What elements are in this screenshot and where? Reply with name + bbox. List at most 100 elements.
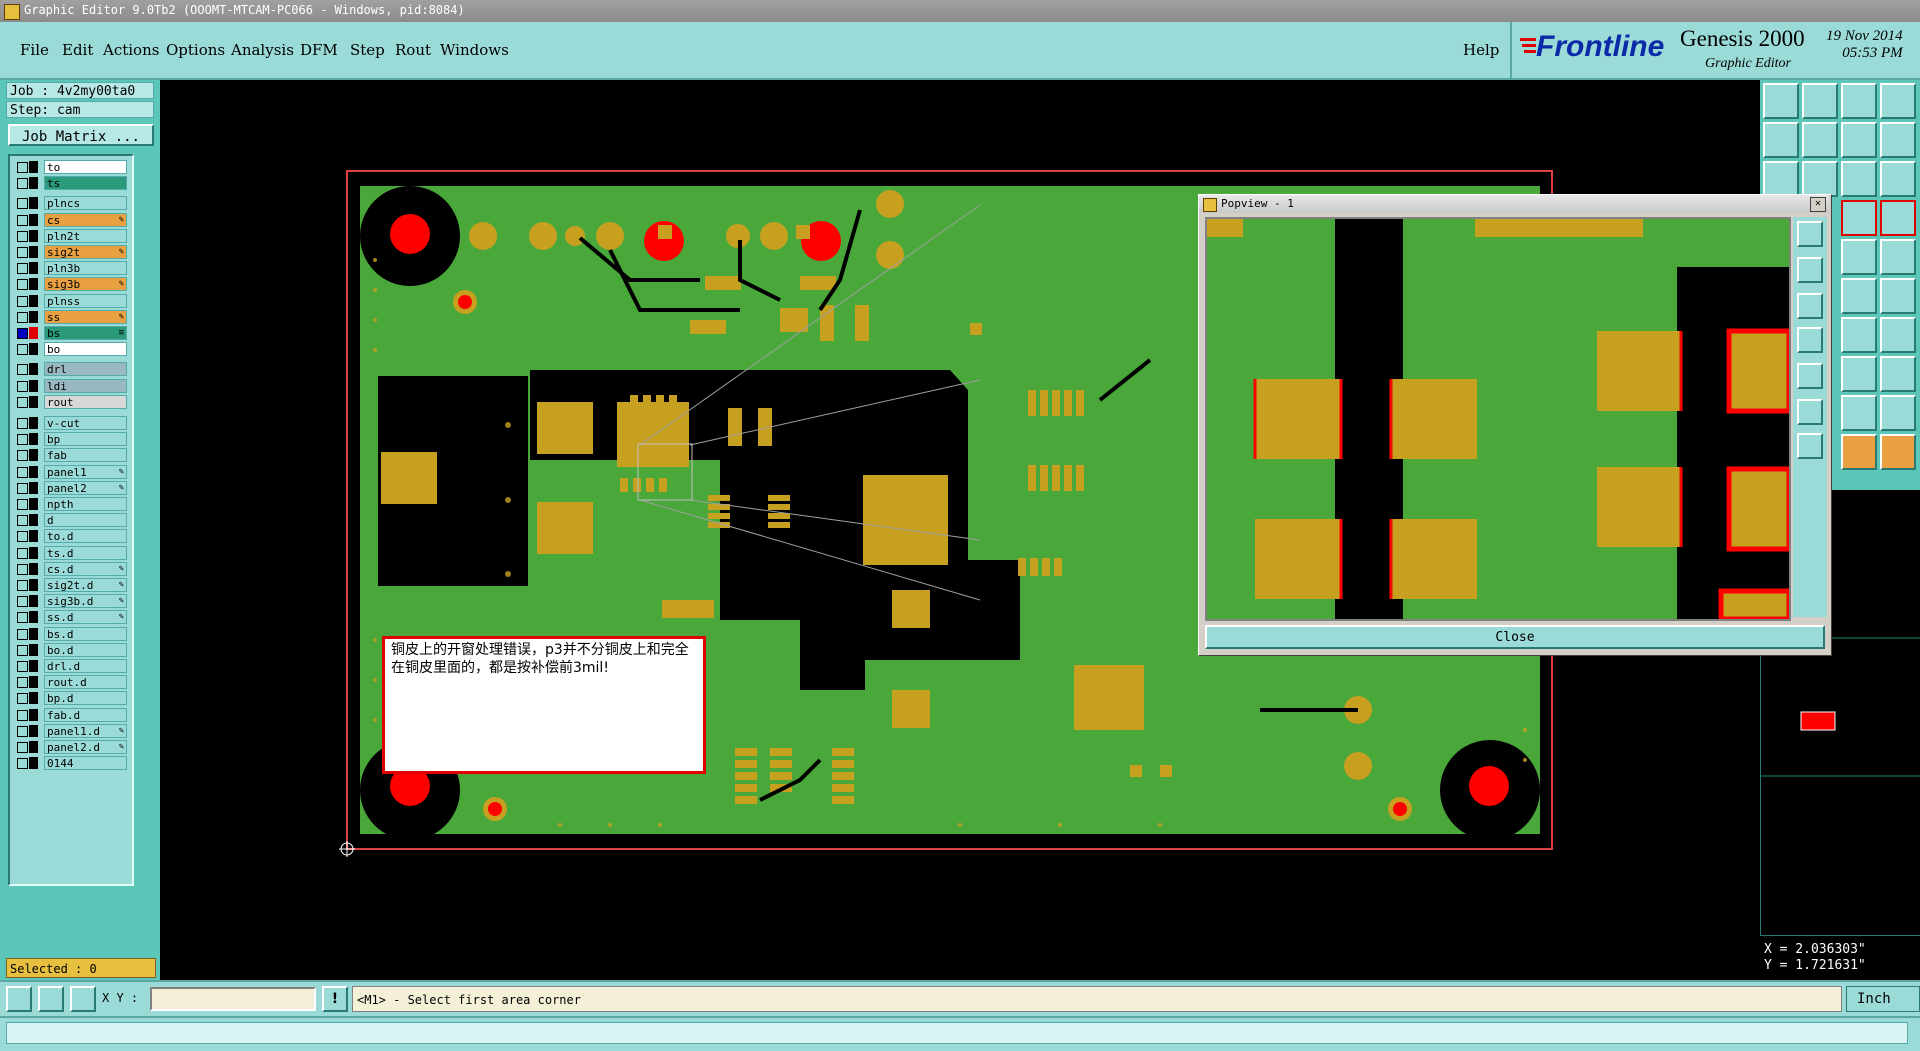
tool-button-12[interactable]: [1880, 161, 1916, 197]
menu-dfm[interactable]: DFM: [300, 41, 338, 59]
tool-button-18[interactable]: [1880, 278, 1916, 314]
layer-name[interactable]: to.d: [44, 529, 127, 544]
layer-row-sig3b[interactable]: sig3b ✎: [13, 277, 129, 292]
layer-row-plncs[interactable]: plncs: [13, 196, 129, 211]
tool-button-23[interactable]: [1841, 395, 1877, 431]
layer-checkbox[interactable]: [17, 247, 28, 258]
tool-button-15[interactable]: [1841, 239, 1877, 275]
layer-row-to.d[interactable]: to.d: [13, 529, 129, 544]
layer-name[interactable]: 0144: [44, 756, 127, 771]
layer-checkbox[interactable]: [17, 709, 28, 721]
layer-row-sig2t[interactable]: sig2t ✎: [13, 245, 129, 259]
tool-button-20[interactable]: [1880, 317, 1916, 353]
layer-name[interactable]: drl: [44, 362, 127, 377]
layer-row-panel2[interactable]: panel2 ✎: [13, 480, 129, 495]
layer-checkbox[interactable]: [17, 628, 28, 640]
layer-checkbox[interactable]: [17, 178, 28, 190]
zoom-area-button[interactable]: [6, 986, 32, 1012]
menu-help[interactable]: Help: [1463, 41, 1499, 59]
menu-step[interactable]: Step: [350, 41, 385, 59]
layer-name[interactable]: bp: [44, 432, 127, 447]
xy-input[interactable]: [150, 987, 316, 1011]
layer-name[interactable]: cs.d ✎: [44, 561, 127, 576]
layer-checkbox[interactable]: [17, 344, 28, 356]
layer-row-fab[interactable]: fab: [13, 448, 129, 463]
layer-name[interactable]: d: [44, 513, 127, 528]
layer-name[interactable]: ss ✎: [44, 309, 127, 324]
tool-button-24[interactable]: [1880, 395, 1916, 431]
layer-row-rout[interactable]: rout: [13, 394, 129, 409]
layer-name[interactable]: to: [44, 160, 127, 174]
layer-checkbox[interactable]: [17, 644, 28, 656]
grid-button[interactable]: [70, 986, 96, 1012]
job-matrix-button[interactable]: Job Matrix ...: [8, 124, 154, 146]
layer-row-bs[interactable]: bs ≡: [13, 326, 129, 340]
tool-button-19[interactable]: [1841, 317, 1877, 353]
layer-checkbox[interactable]: [17, 612, 28, 624]
layer-checkbox[interactable]: [17, 418, 28, 429]
layer-checkbox[interactable]: [17, 515, 28, 527]
layer-name[interactable]: panel2.d ✎: [44, 740, 127, 754]
popview-window[interactable]: Popview - 1 ✕ Close: [1198, 194, 1832, 656]
layer-row-bs.d[interactable]: bs.d: [13, 626, 129, 641]
popview-tool-6[interactable]: [1797, 399, 1823, 425]
layer-row-panel2.d[interactable]: panel2.d ✎: [13, 740, 129, 754]
layer-row-bp[interactable]: bp: [13, 432, 129, 447]
popview-tool-3[interactable]: [1797, 293, 1823, 319]
tool-button-26[interactable]: [1880, 434, 1916, 470]
menu-options[interactable]: Options: [166, 41, 225, 59]
units-selector[interactable]: Inch: [1846, 986, 1920, 1012]
layer-checkbox[interactable]: [17, 230, 28, 242]
tool-button-7[interactable]: [1841, 122, 1877, 158]
layer-checkbox[interactable]: [17, 547, 28, 559]
layer-name[interactable]: npth: [44, 497, 127, 511]
warning-icon[interactable]: !: [322, 986, 348, 1012]
popview-zoom-area[interactable]: [1205, 217, 1792, 622]
menu-actions[interactable]: Actions: [103, 41, 159, 59]
layer-row-v-cut[interactable]: v-cut: [13, 416, 129, 430]
layer-checkbox[interactable]: [17, 198, 28, 210]
layer-name[interactable]: ts: [44, 176, 127, 191]
layer-name[interactable]: cs ✎: [44, 212, 127, 227]
layer-row-rout.d[interactable]: rout.d: [13, 675, 129, 690]
layer-checkbox[interactable]: [17, 295, 28, 307]
layer-row-sig2t.d[interactable]: sig2t.d ✎: [13, 578, 129, 592]
layer-name[interactable]: bs.d: [44, 626, 127, 641]
tool-button-3[interactable]: [1841, 83, 1877, 119]
layer-row-0144[interactable]: 0144: [13, 756, 129, 771]
tool-button-13[interactable]: [1841, 200, 1877, 236]
layer-row-plnss[interactable]: plnss: [13, 293, 129, 308]
layer-name[interactable]: rout.d: [44, 675, 127, 690]
layer-name[interactable]: plnss: [44, 293, 127, 308]
layer-row-ldi[interactable]: ldi: [13, 378, 129, 393]
layer-row-bo[interactable]: bo: [13, 342, 129, 357]
layer-name[interactable]: sig3b ✎: [44, 277, 127, 292]
layer-checkbox[interactable]: [17, 580, 28, 591]
layer-name[interactable]: plncs: [44, 196, 127, 211]
layer-checkbox[interactable]: [17, 677, 28, 689]
layer-checkbox[interactable]: [17, 263, 28, 275]
layer-name[interactable]: panel2 ✎: [44, 480, 127, 495]
layer-name[interactable]: bp.d: [44, 691, 127, 706]
layer-name[interactable]: fab.d: [44, 707, 127, 722]
layer-checkbox[interactable]: [17, 466, 28, 478]
popview-titlebar[interactable]: Popview - 1 ✕: [1199, 195, 1829, 213]
layer-row-cs.d[interactable]: cs.d ✎: [13, 561, 129, 576]
layer-checkbox[interactable]: [17, 725, 28, 737]
popview-tool-1[interactable]: [1797, 221, 1823, 247]
layer-row-cs[interactable]: cs ✎: [13, 212, 129, 227]
layer-name[interactable]: pln2t: [44, 228, 127, 243]
layer-name[interactable]: sig3b.d ✎: [44, 594, 127, 609]
layer-row-bp.d[interactable]: bp.d: [13, 691, 129, 706]
tool-button-25[interactable]: [1841, 434, 1877, 470]
layer-name[interactable]: ldi: [44, 378, 127, 393]
tool-button-14[interactable]: [1880, 200, 1916, 236]
tool-button-8[interactable]: [1880, 122, 1916, 158]
layer-name[interactable]: fab: [44, 448, 127, 463]
layer-name[interactable]: pln3b: [44, 261, 127, 276]
layer-name[interactable]: ts.d: [44, 545, 127, 560]
layer-row-ss.d[interactable]: ss.d ✎: [13, 610, 129, 625]
layer-checkbox[interactable]: [17, 364, 28, 376]
layer-checkbox[interactable]: [17, 742, 28, 753]
layer-row-panel1[interactable]: panel1 ✎: [13, 464, 129, 479]
